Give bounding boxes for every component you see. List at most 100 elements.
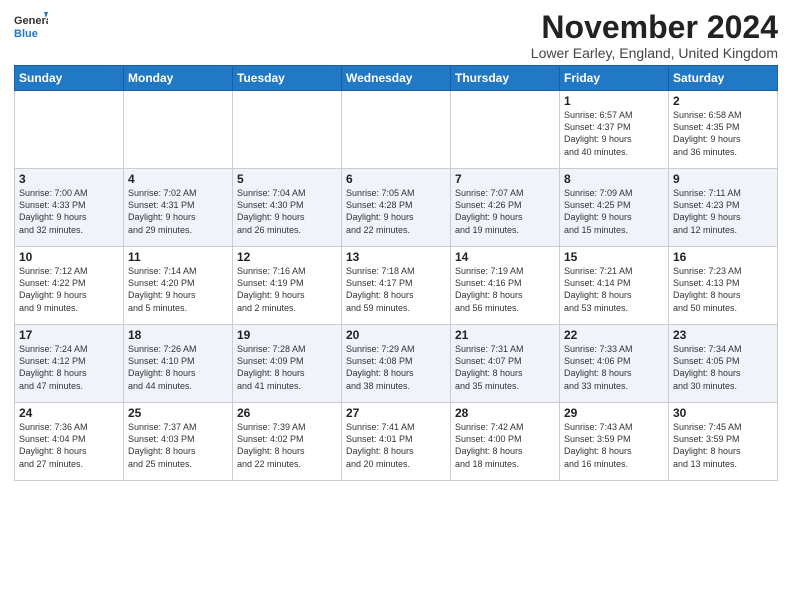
table-row: 6Sunrise: 7:05 AM Sunset: 4:28 PM Daylig…: [342, 169, 451, 247]
day-info: Sunrise: 7:41 AM Sunset: 4:01 PM Dayligh…: [346, 421, 446, 470]
day-number: 15: [564, 250, 664, 264]
table-row: 30Sunrise: 7:45 AM Sunset: 3:59 PM Dayli…: [669, 403, 778, 481]
day-info: Sunrise: 7:12 AM Sunset: 4:22 PM Dayligh…: [19, 265, 119, 314]
day-info: Sunrise: 7:31 AM Sunset: 4:07 PM Dayligh…: [455, 343, 555, 392]
day-number: 12: [237, 250, 337, 264]
table-row: 11Sunrise: 7:14 AM Sunset: 4:20 PM Dayli…: [124, 247, 233, 325]
day-number: 20: [346, 328, 446, 342]
day-info: Sunrise: 7:33 AM Sunset: 4:06 PM Dayligh…: [564, 343, 664, 392]
table-row: 29Sunrise: 7:43 AM Sunset: 3:59 PM Dayli…: [560, 403, 669, 481]
day-number: 21: [455, 328, 555, 342]
day-info: Sunrise: 7:19 AM Sunset: 4:16 PM Dayligh…: [455, 265, 555, 314]
day-number: 4: [128, 172, 228, 186]
table-row: 21Sunrise: 7:31 AM Sunset: 4:07 PM Dayli…: [451, 325, 560, 403]
table-row: 27Sunrise: 7:41 AM Sunset: 4:01 PM Dayli…: [342, 403, 451, 481]
day-info: Sunrise: 7:36 AM Sunset: 4:04 PM Dayligh…: [19, 421, 119, 470]
day-info: Sunrise: 7:04 AM Sunset: 4:30 PM Dayligh…: [237, 187, 337, 236]
table-row: 16Sunrise: 7:23 AM Sunset: 4:13 PM Dayli…: [669, 247, 778, 325]
table-row: 5Sunrise: 7:04 AM Sunset: 4:30 PM Daylig…: [233, 169, 342, 247]
table-row: 24Sunrise: 7:36 AM Sunset: 4:04 PM Dayli…: [15, 403, 124, 481]
day-number: 9: [673, 172, 773, 186]
table-row: 14Sunrise: 7:19 AM Sunset: 4:16 PM Dayli…: [451, 247, 560, 325]
day-number: 28: [455, 406, 555, 420]
header-monday: Monday: [124, 66, 233, 91]
table-row: 8Sunrise: 7:09 AM Sunset: 4:25 PM Daylig…: [560, 169, 669, 247]
day-info: Sunrise: 7:42 AM Sunset: 4:00 PM Dayligh…: [455, 421, 555, 470]
table-row: 9Sunrise: 7:11 AM Sunset: 4:23 PM Daylig…: [669, 169, 778, 247]
day-number: 5: [237, 172, 337, 186]
table-row: 23Sunrise: 7:34 AM Sunset: 4:05 PM Dayli…: [669, 325, 778, 403]
table-row: 12Sunrise: 7:16 AM Sunset: 4:19 PM Dayli…: [233, 247, 342, 325]
day-number: 13: [346, 250, 446, 264]
day-info: Sunrise: 7:14 AM Sunset: 4:20 PM Dayligh…: [128, 265, 228, 314]
day-number: 11: [128, 250, 228, 264]
day-info: Sunrise: 7:29 AM Sunset: 4:08 PM Dayligh…: [346, 343, 446, 392]
table-row: 4Sunrise: 7:02 AM Sunset: 4:31 PM Daylig…: [124, 169, 233, 247]
day-number: 7: [455, 172, 555, 186]
table-row: 20Sunrise: 7:29 AM Sunset: 4:08 PM Dayli…: [342, 325, 451, 403]
table-row: 15Sunrise: 7:21 AM Sunset: 4:14 PM Dayli…: [560, 247, 669, 325]
day-info: Sunrise: 7:05 AM Sunset: 4:28 PM Dayligh…: [346, 187, 446, 236]
day-number: 30: [673, 406, 773, 420]
header-tuesday: Tuesday: [233, 66, 342, 91]
day-info: Sunrise: 7:26 AM Sunset: 4:10 PM Dayligh…: [128, 343, 228, 392]
day-info: Sunrise: 7:11 AM Sunset: 4:23 PM Dayligh…: [673, 187, 773, 236]
table-row: 18Sunrise: 7:26 AM Sunset: 4:10 PM Dayli…: [124, 325, 233, 403]
svg-text:Blue: Blue: [14, 28, 38, 40]
day-number: 25: [128, 406, 228, 420]
day-number: 2: [673, 94, 773, 108]
location: Lower Earley, England, United Kingdom: [531, 45, 778, 61]
day-info: Sunrise: 7:28 AM Sunset: 4:09 PM Dayligh…: [237, 343, 337, 392]
day-number: 3: [19, 172, 119, 186]
day-number: 27: [346, 406, 446, 420]
day-info: Sunrise: 7:39 AM Sunset: 4:02 PM Dayligh…: [237, 421, 337, 470]
header-thursday: Thursday: [451, 66, 560, 91]
day-number: 8: [564, 172, 664, 186]
day-number: 29: [564, 406, 664, 420]
day-info: Sunrise: 6:58 AM Sunset: 4:35 PM Dayligh…: [673, 109, 773, 158]
header-friday: Friday: [560, 66, 669, 91]
table-row: 3Sunrise: 7:00 AM Sunset: 4:33 PM Daylig…: [15, 169, 124, 247]
title-block: November 2024 Lower Earley, England, Uni…: [531, 10, 778, 61]
day-number: 16: [673, 250, 773, 264]
month-title: November 2024: [531, 10, 778, 45]
day-number: 19: [237, 328, 337, 342]
table-row: 28Sunrise: 7:42 AM Sunset: 4:00 PM Dayli…: [451, 403, 560, 481]
day-info: Sunrise: 7:43 AM Sunset: 3:59 PM Dayligh…: [564, 421, 664, 470]
table-row: 26Sunrise: 7:39 AM Sunset: 4:02 PM Dayli…: [233, 403, 342, 481]
table-row: [15, 91, 124, 169]
table-row: [124, 91, 233, 169]
day-number: 14: [455, 250, 555, 264]
day-info: Sunrise: 7:37 AM Sunset: 4:03 PM Dayligh…: [128, 421, 228, 470]
table-row: [451, 91, 560, 169]
calendar: Sunday Monday Tuesday Wednesday Thursday…: [14, 65, 778, 481]
svg-text:General: General: [14, 15, 48, 27]
day-number: 26: [237, 406, 337, 420]
table-row: 7Sunrise: 7:07 AM Sunset: 4:26 PM Daylig…: [451, 169, 560, 247]
table-row: [233, 91, 342, 169]
day-info: Sunrise: 7:34 AM Sunset: 4:05 PM Dayligh…: [673, 343, 773, 392]
day-info: Sunrise: 7:07 AM Sunset: 4:26 PM Dayligh…: [455, 187, 555, 236]
table-row: [342, 91, 451, 169]
day-info: Sunrise: 7:16 AM Sunset: 4:19 PM Dayligh…: [237, 265, 337, 314]
table-row: 22Sunrise: 7:33 AM Sunset: 4:06 PM Dayli…: [560, 325, 669, 403]
table-row: 13Sunrise: 7:18 AM Sunset: 4:17 PM Dayli…: [342, 247, 451, 325]
day-info: Sunrise: 7:00 AM Sunset: 4:33 PM Dayligh…: [19, 187, 119, 236]
day-info: Sunrise: 7:21 AM Sunset: 4:14 PM Dayligh…: [564, 265, 664, 314]
table-row: 25Sunrise: 7:37 AM Sunset: 4:03 PM Dayli…: [124, 403, 233, 481]
day-number: 18: [128, 328, 228, 342]
table-row: 1Sunrise: 6:57 AM Sunset: 4:37 PM Daylig…: [560, 91, 669, 169]
day-number: 17: [19, 328, 119, 342]
day-info: Sunrise: 7:09 AM Sunset: 4:25 PM Dayligh…: [564, 187, 664, 236]
day-number: 6: [346, 172, 446, 186]
day-info: Sunrise: 7:23 AM Sunset: 4:13 PM Dayligh…: [673, 265, 773, 314]
header-saturday: Saturday: [669, 66, 778, 91]
day-number: 22: [564, 328, 664, 342]
table-row: 2Sunrise: 6:58 AM Sunset: 4:35 PM Daylig…: [669, 91, 778, 169]
header-wednesday: Wednesday: [342, 66, 451, 91]
day-number: 1: [564, 94, 664, 108]
day-info: Sunrise: 7:18 AM Sunset: 4:17 PM Dayligh…: [346, 265, 446, 314]
logo-svg: General Blue: [14, 10, 48, 44]
day-info: Sunrise: 7:24 AM Sunset: 4:12 PM Dayligh…: [19, 343, 119, 392]
day-number: 23: [673, 328, 773, 342]
